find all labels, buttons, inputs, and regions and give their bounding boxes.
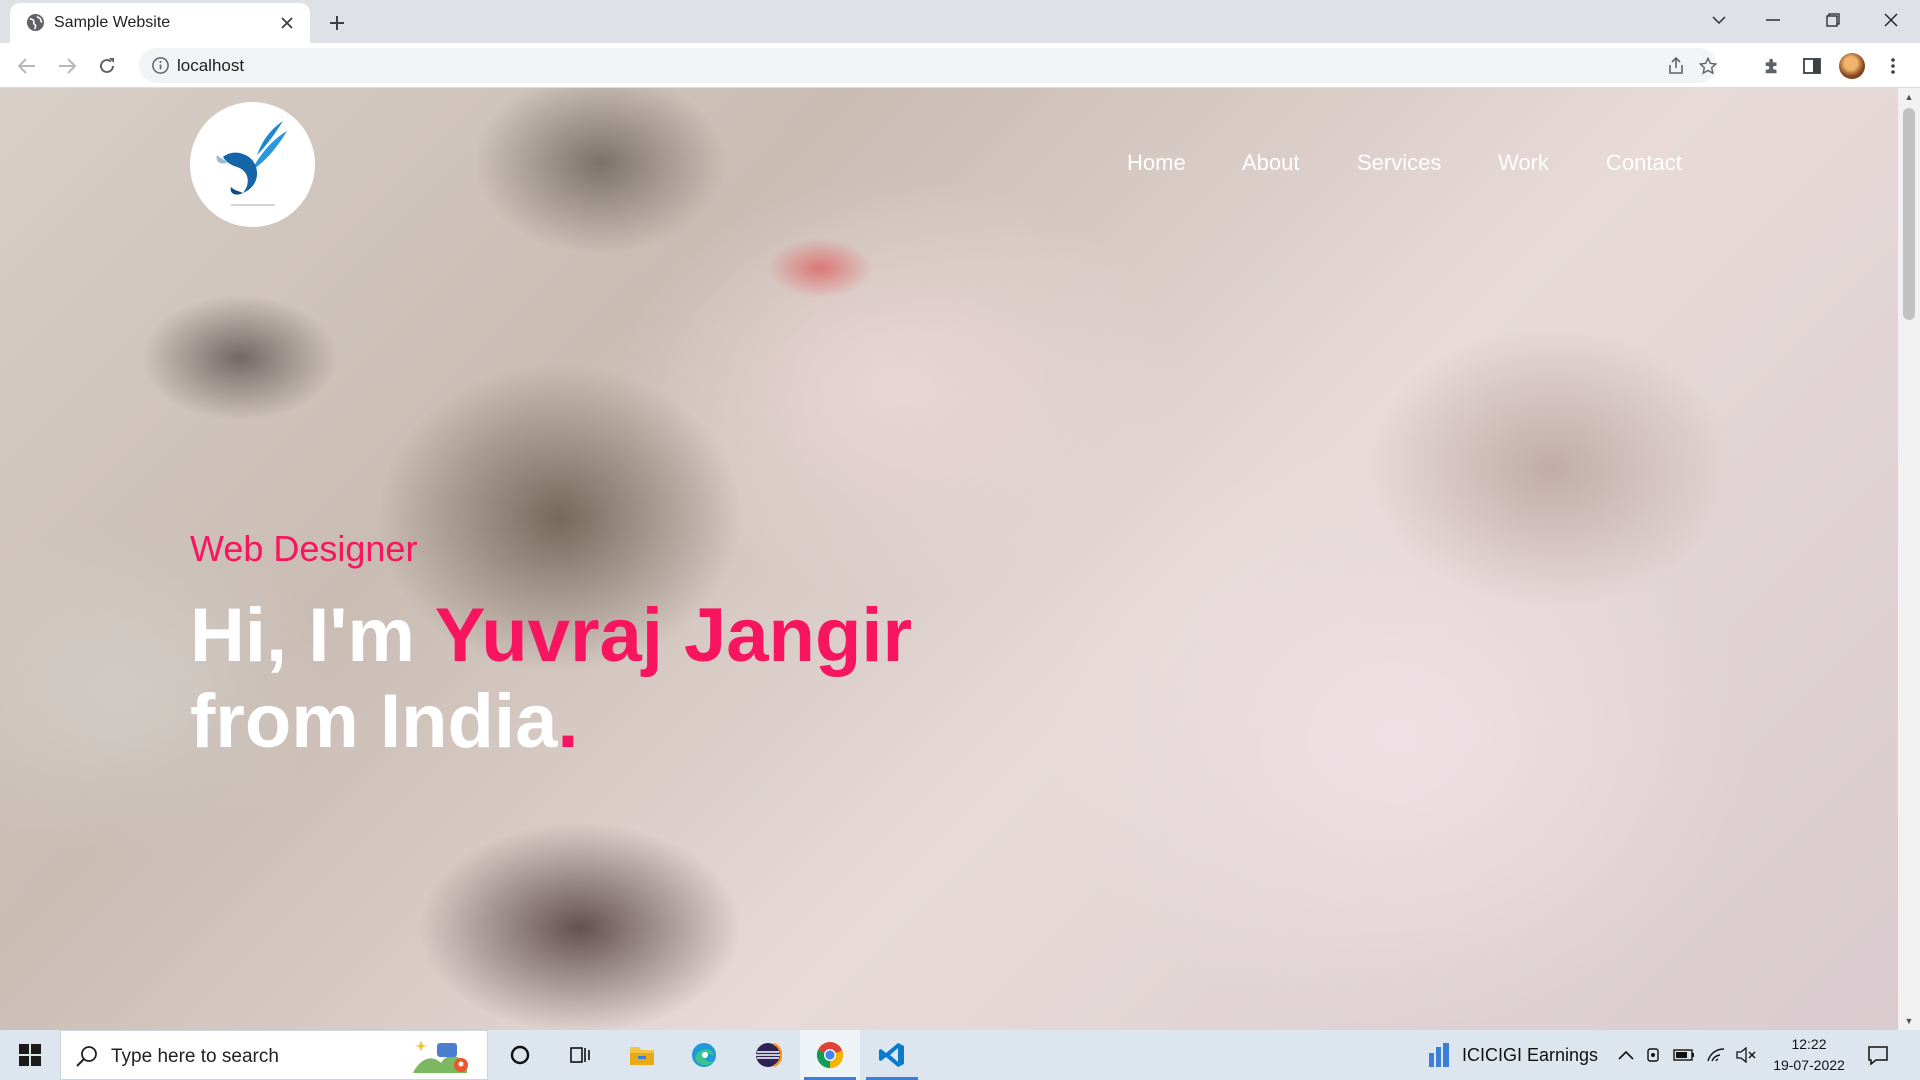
show-hidden-icons-chevron-icon[interactable] (1614, 1043, 1638, 1067)
tab-title: Sample Website (54, 14, 171, 31)
clock-date: 19-07-2022 (1773, 1057, 1845, 1073)
nav-contact-link[interactable]: Contact (1606, 150, 1682, 176)
battery-icon[interactable] (1672, 1043, 1696, 1067)
hero-dot: . (557, 679, 579, 764)
edge-icon (692, 1043, 716, 1067)
hero-origin: from India (190, 679, 558, 764)
globe-icon (26, 13, 45, 32)
search-highlight-icon (413, 1041, 468, 1073)
back-button[interactable] (10, 49, 44, 83)
profile-avatar[interactable] (1836, 50, 1868, 82)
hero-greeting: Hi, I'm (190, 593, 435, 678)
task-view-button[interactable] (550, 1030, 610, 1080)
start-button[interactable] (0, 1030, 60, 1080)
search-placeholder: Type here to search (111, 1046, 279, 1067)
scroll-down-arrow-icon[interactable]: ▼ (1904, 1016, 1914, 1026)
browser-tab[interactable]: Sample Website (10, 3, 310, 43)
news-text: ICICIGI Earnings (1462, 1044, 1599, 1065)
extensions-puzzle-icon[interactable] (1756, 50, 1788, 82)
chrome-app-button[interactable] (800, 1030, 860, 1080)
search-icon (76, 1046, 97, 1067)
taskbar-clock[interactable]: 12:22 19-07-2022 (1764, 1034, 1854, 1076)
tab-strip: Sample Website (0, 0, 1920, 43)
nav-work-link[interactable]: Work (1498, 150, 1549, 176)
hero-subtitle: Web Designer (190, 528, 418, 569)
windows-logo-icon (19, 1044, 41, 1066)
edge-browser-button[interactable] (674, 1030, 734, 1080)
hero-heading: Hi, I'm Yuvraj Jangir from India. (190, 593, 912, 765)
restore-window-button[interactable] (1808, 0, 1858, 40)
eclipse-icon (756, 1042, 782, 1068)
cortana-circle-icon (510, 1045, 530, 1065)
url-text: localhost (177, 56, 245, 75)
wifi-icon[interactable] (1704, 1043, 1728, 1067)
taskbar-search-box[interactable]: Type here to search (60, 1030, 488, 1080)
folder-icon (630, 1047, 654, 1065)
eclipse-app-button[interactable] (738, 1030, 798, 1080)
reload-button[interactable] (90, 49, 124, 83)
meet-now-icon[interactable] (1642, 1043, 1666, 1067)
stocks-chart-icon (1429, 1043, 1449, 1067)
page-viewport: Home About Services Work Contact Web Des… (0, 88, 1898, 1030)
volume-muted-icon[interactable] (1734, 1043, 1758, 1067)
vscode-icon (879, 1043, 904, 1067)
vscode-app-button[interactable] (862, 1030, 922, 1080)
browser-toolbar: localhost (0, 43, 1920, 88)
new-tab-button[interactable] (322, 8, 352, 38)
bird-logo-icon (215, 120, 287, 206)
close-window-button[interactable] (1866, 0, 1916, 40)
windows-taskbar: Type here to search ICICIGI Earnings 12:… (0, 1030, 1920, 1080)
site-logo[interactable] (190, 102, 315, 227)
kebab-menu-icon[interactable] (1877, 50, 1909, 82)
share-icon[interactable] (1661, 51, 1691, 81)
notifications-icon[interactable] (1866, 1043, 1890, 1067)
address-bar[interactable]: localhost (139, 48, 1717, 83)
avatar (1839, 53, 1865, 79)
scrollbar-thumb[interactable] (1903, 108, 1915, 320)
bookmark-star-icon[interactable] (1693, 51, 1723, 81)
nav-home-link[interactable]: Home (1127, 150, 1186, 176)
page-scrollbar[interactable]: ▲ ▼ (1898, 88, 1920, 1030)
hero-name: Yuvraj Jangir (434, 593, 913, 678)
nav-about-link[interactable]: About (1242, 150, 1300, 176)
file-explorer-button[interactable] (612, 1030, 672, 1080)
chrome-icon (816, 1042, 844, 1069)
tab-search-chevron-icon[interactable] (1694, 0, 1744, 40)
side-panel-icon[interactable] (1796, 50, 1828, 82)
close-tab-icon[interactable] (274, 10, 300, 36)
forward-button[interactable] (50, 49, 84, 83)
scroll-up-arrow-icon[interactable]: ▲ (1904, 92, 1914, 102)
info-icon[interactable] (151, 56, 170, 75)
news-widget[interactable]: ICICIGI Earnings (1428, 1030, 1598, 1080)
clock-time: 12:22 (1791, 1036, 1827, 1052)
nav-services-link[interactable]: Services (1357, 150, 1441, 176)
cortana-button[interactable] (490, 1030, 550, 1080)
minimize-window-button[interactable] (1748, 0, 1798, 40)
task-view-icon (570, 1047, 590, 1063)
